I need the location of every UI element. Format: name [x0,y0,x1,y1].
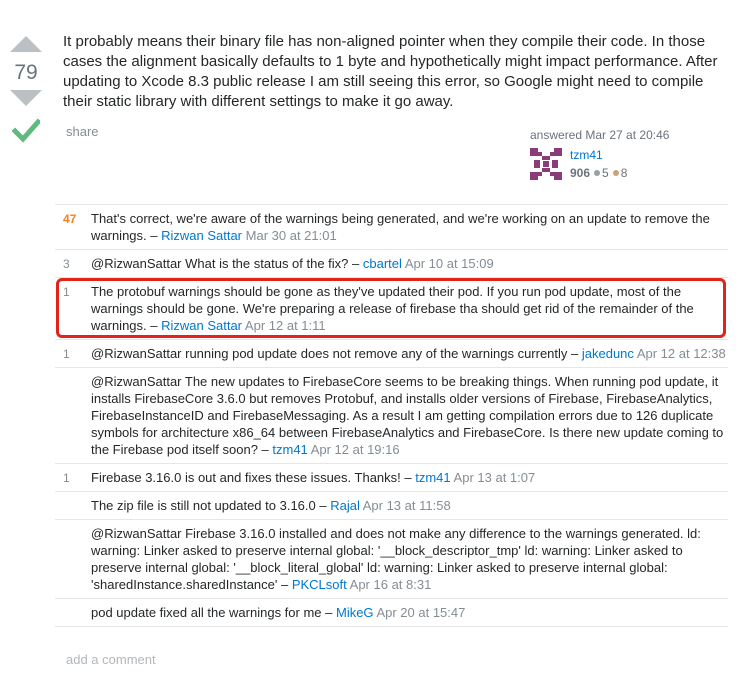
vote-cell: 79 [0,30,52,149]
comment-item: 1 @RizwanSattar running pod update does … [55,340,728,368]
comment-date[interactable]: Apr 16 at 8:31 [350,577,432,592]
comments-list: 47 That's correct, we're aware of the wa… [55,204,728,627]
comment-item: The zip file is still not updated to 3.1… [55,492,728,520]
comment-user-link[interactable]: PKCLsoft [292,577,347,592]
comment-date[interactable]: Apr 20 at 15:47 [376,605,465,620]
comment-date[interactable]: Apr 12 at 19:16 [311,442,400,457]
comment-item: 47 That's correct, we're aware of the wa… [55,205,728,250]
comment-text: pod update fixed all the warnings for me… [91,605,336,620]
comment-date[interactable]: Apr 12 at 12:38 [637,346,726,361]
user-card: tzm41 906 5 8 [530,148,720,182]
comment-text: @RizwanSattar What is the status of the … [91,256,363,271]
vote-count: 79 [14,61,38,84]
upvote-arrow-icon[interactable] [10,36,42,52]
reputation-line: 906 5 8 [570,166,627,180]
comment-item: 1 Firebase 3.16.0 is out and fixes these… [55,464,728,492]
comment-score: 47 [63,212,77,226]
comment-user-link[interactable]: jakedunc [582,346,634,361]
silver-badge-icon [594,170,601,177]
bronze-badge-count: 8 [620,166,628,180]
comment-score: 1 [63,347,70,361]
comment-user-link[interactable]: MikeG [336,605,374,620]
comment-score: 1 [63,285,70,299]
accepted-check-icon [11,118,42,143]
add-comment-link[interactable]: add a comment [66,652,156,667]
user-identicon-avatar[interactable] [530,148,562,180]
comment-user-link[interactable]: tzm41 [415,470,450,485]
comment-score: 1 [63,471,70,485]
downvote-arrow-icon[interactable] [10,90,42,106]
bronze-badge-icon [612,170,619,177]
comment-text: Firebase 3.16.0 is out and fixes these i… [91,470,416,485]
comment-user-link[interactable]: Rizwan Sattar [161,228,242,243]
comment-item: pod update fixed all the warnings for me… [55,599,728,627]
silver-badge-count: 5 [602,166,609,180]
comment-user-link[interactable]: tzm41 [272,442,307,457]
comment-item: 3 @RizwanSattar What is the status of th… [55,250,728,278]
share-link[interactable]: share [66,124,99,139]
comment-user-link[interactable]: Rajal [330,498,360,513]
comment-item: @RizwanSattar The new updates to Firebas… [55,368,728,464]
comment-date[interactable]: Mar 30 at 21:01 [246,228,337,243]
comment-user-link[interactable]: cbartel [363,256,402,271]
comment-date[interactable]: Apr 13 at 11:58 [363,498,451,513]
comment-item: @RizwanSattar Firebase 3.16.0 installed … [55,520,728,599]
answered-timestamp: answered Mar 27 at 20:46 [530,128,670,142]
comment-text: The zip file is still not updated to 3.1… [91,498,331,513]
reputation-score: 906 [570,166,591,180]
comment-text: @RizwanSattar The new updates to Firebas… [91,374,724,457]
comment-date[interactable]: Apr 12 at 1:11 [245,318,326,333]
answer-author-link[interactable]: tzm41 [570,148,603,162]
comment-date[interactable]: Apr 13 at 1:07 [454,470,536,485]
comment-date[interactable]: Apr 10 at 15:09 [405,256,494,271]
comment-score: 3 [63,257,70,271]
comment-user-link[interactable]: Rizwan Sattar [161,318,242,333]
comment-item: 1 The protobuf warnings should be gone a… [55,278,728,340]
answer-body: It probably means their binary file has … [63,33,718,110]
comment-text: @RizwanSattar running pod update does no… [91,346,582,361]
